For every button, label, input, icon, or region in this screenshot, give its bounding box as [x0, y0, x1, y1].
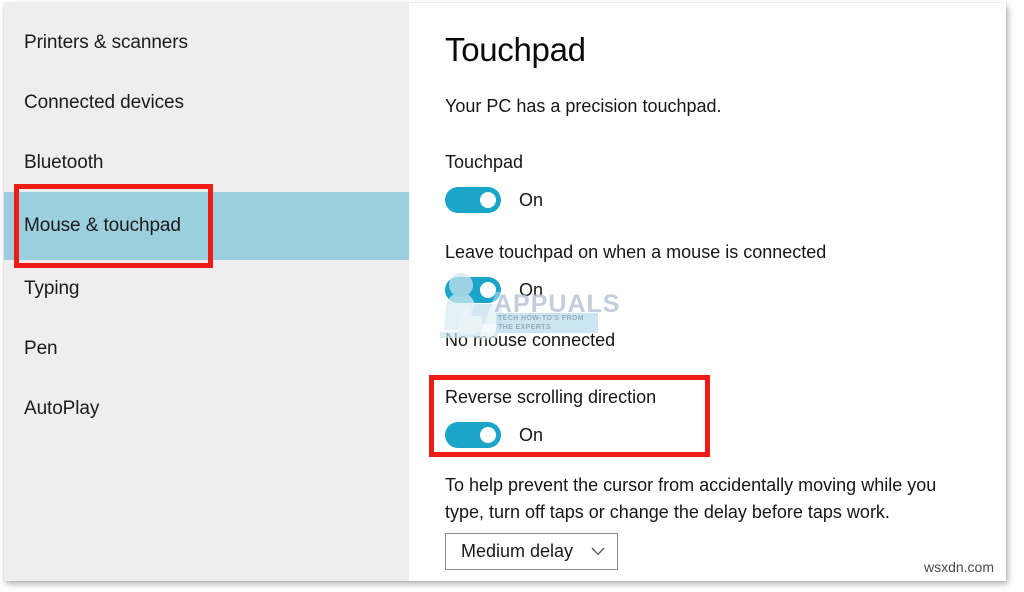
reverse-scrolling-toggle-state: On — [519, 424, 544, 445]
settings-sidebar: Printers & scanners Connected devices Bl… — [4, 3, 409, 581]
sidebar-item-pen[interactable]: Pen — [4, 321, 409, 377]
sidebar-item-typing[interactable]: Typing — [4, 261, 409, 317]
sidebar-item-label: Pen — [24, 338, 58, 359]
sidebar-item-bluetooth[interactable]: Bluetooth — [4, 135, 409, 191]
sidebar-item-printers-and-scanners[interactable]: Printers & scanners — [4, 15, 409, 71]
sidebar-item-label: Typing — [24, 278, 80, 299]
touchpad-toggle-state: On — [519, 189, 544, 210]
touchpad-setting-label: Touchpad — [445, 152, 524, 172]
site-watermark: wsxdn.com — [923, 559, 994, 575]
sidebar-item-label: AutoPlay — [24, 398, 100, 419]
settings-window: Printers & scanners Connected devices Bl… — [4, 3, 1006, 581]
sidebar-item-autoplay[interactable]: AutoPlay — [4, 381, 409, 437]
reverse-scrolling-toggle[interactable] — [445, 422, 501, 448]
leave-touchpad-on-label: Leave touchpad on when a mouse is connec… — [445, 242, 827, 262]
leave-touchpad-on-toggle-state: On — [519, 279, 544, 300]
reverse-scrolling-toggle-row[interactable]: On — [445, 422, 543, 448]
sidebar-item-mouse-and-touchpad[interactable]: Mouse & touchpad — [4, 192, 409, 260]
touchpad-toggle-row[interactable]: On — [445, 187, 543, 213]
sidebar-item-label: Connected devices — [24, 92, 184, 113]
chevron-down-icon — [591, 547, 605, 556]
touchpad-settings-pane: Touchpad Your PC has a precision touchpa… — [413, 3, 1006, 581]
no-mouse-connected-text: No mouse connected — [445, 330, 616, 350]
leave-touchpad-on-toggle-row[interactable]: On — [445, 277, 543, 303]
sidebar-item-label: Printers & scanners — [24, 32, 188, 53]
page-title: Touchpad — [445, 31, 586, 68]
tap-delay-help-text: To help prevent the cursor from accident… — [445, 475, 937, 522]
touchpad-toggle[interactable] — [445, 187, 501, 213]
toggle-knob — [480, 427, 496, 443]
reverse-scrolling-label: Reverse scrolling direction — [445, 387, 657, 407]
sidebar-item-connected-devices[interactable]: Connected devices — [4, 75, 409, 131]
tap-delay-dropdown-value: Medium delay — [461, 541, 574, 561]
sidebar-item-label: Mouse & touchpad — [24, 215, 181, 236]
toggle-knob — [480, 192, 496, 208]
tap-delay-dropdown[interactable]: Medium delay — [445, 533, 618, 570]
sidebar-item-label: Bluetooth — [24, 152, 104, 173]
precision-touchpad-note: Your PC has a precision touchpad. — [445, 96, 722, 116]
toggle-knob — [480, 282, 496, 298]
leave-touchpad-on-toggle[interactable] — [445, 277, 501, 303]
